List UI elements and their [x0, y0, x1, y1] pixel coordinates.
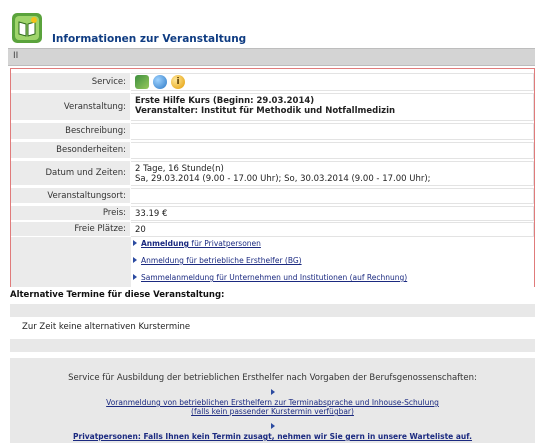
service-text: Service für Ausbildung der betrieblichen…: [68, 373, 477, 383]
link-anmeldung-bg[interactable]: Anmeldung für betriebliche Ersthelfer (B…: [141, 256, 302, 265]
ort-label: Veranstaltungsort:: [11, 188, 130, 204]
alternatives-bar: [10, 339, 535, 352]
datum-value: 2 Tage, 16 Stunde(n) Sa, 29.03.2014 (9.0…: [131, 161, 534, 186]
toolbar: II: [8, 48, 535, 66]
row-besonderheiten: Besonderheiten:: [11, 142, 534, 159]
arrow-right-icon: [271, 389, 275, 395]
arrow-right-icon: [271, 423, 275, 429]
link-anmeldung-privat-rest[interactable]: für Privatpersonen: [189, 239, 260, 248]
beschreibung-value: [131, 123, 534, 140]
page-title: Informationen zur Veranstaltung: [52, 33, 247, 45]
service-label: Service:: [11, 73, 130, 91]
link-voranmeldung[interactable]: Voranmeldung von betrieblichen Ersthelfe…: [10, 398, 535, 416]
alternatives-note: Zur Zeit keine alternativen Kurstermine: [22, 322, 191, 332]
datum-label: Datum und Zeiten:: [11, 161, 130, 186]
registration-links: Anmeldung für Privatpersonen Anmeldung f…: [131, 237, 534, 289]
ort-value: [131, 188, 534, 204]
row-ort: Veranstaltungsort:: [11, 188, 534, 204]
row-datum: Datum und Zeiten: 2 Tage, 16 Stunde(n) S…: [11, 161, 534, 186]
link-anmeldung-privat-bold[interactable]: Anmeldung: [141, 239, 189, 248]
link-anmeldung-privat[interactable]: Anmeldung für Privatpersonen: [141, 239, 261, 248]
row-preis: Preis: 33.19 €: [11, 206, 534, 221]
veranstaltung-value: Erste Hilfe Kurs (Beginn: 29.03.2014) Ve…: [131, 93, 534, 121]
plaetze-label: Freie Plätze:: [11, 222, 130, 237]
book-icon: [12, 13, 42, 43]
besonderheiten-label: Besonderheiten:: [11, 142, 130, 159]
arrow-right-icon: [133, 240, 137, 246]
beschreibung-label: Beschreibung:: [11, 123, 130, 140]
veranstaltung-title: Erste Hilfe Kurs (Beginn: 29.03.2014): [135, 96, 315, 106]
info-icon[interactable]: i: [171, 75, 185, 89]
link-warteliste[interactable]: Privatpersonen: Falls Ihnen kein Termin …: [10, 432, 535, 441]
arrow-right-icon: [133, 257, 137, 263]
pause-icon[interactable]: II: [13, 51, 18, 61]
details-panel: Service: i Veranstaltung: Erste Hilfe Ku…: [10, 68, 535, 289]
alternatives-title: Alternative Termine für diese Veranstalt…: [10, 290, 225, 300]
link-voranmeldung-line1[interactable]: Voranmeldung von betrieblichen Ersthelfe…: [10, 398, 535, 407]
veranstaltung-label: Veranstaltung:: [11, 93, 130, 121]
alternatives-bar: [10, 304, 535, 317]
link-sammelanmeldung[interactable]: Sammelanmeldung für Unternehmen und Inst…: [141, 273, 407, 282]
row-service: Service: i: [11, 73, 534, 91]
preis-label: Preis:: [11, 206, 130, 221]
page-header: Informationen zur Veranstaltung: [8, 9, 535, 47]
besonderheiten-value: [131, 142, 534, 159]
calendar-icon[interactable]: [135, 75, 149, 89]
row-beschreibung: Beschreibung:: [11, 123, 534, 140]
globe-icon[interactable]: [153, 75, 167, 89]
preis-value: 33.19 €: [131, 206, 534, 221]
service-icons: i: [131, 73, 534, 91]
plaetze-value: 20: [131, 222, 534, 237]
veranstalter: Veranstalter: Institut für Methodik und …: [135, 106, 396, 116]
row-veranstaltung: Veranstaltung: Erste Hilfe Kurs (Beginn:…: [11, 93, 534, 121]
arrow-right-icon: [133, 274, 137, 280]
row-plaetze: Freie Plätze: 20: [11, 222, 534, 237]
datum-dauer: 2 Tage, 16 Stunde(n): [135, 164, 224, 174]
datum-zeiten: Sa, 29.03.2014 (9.00 - 17.00 Uhr); So, 3…: [135, 174, 431, 184]
link-voranmeldung-line2[interactable]: (falls kein passender Kurstermin verfügb…: [10, 407, 535, 416]
